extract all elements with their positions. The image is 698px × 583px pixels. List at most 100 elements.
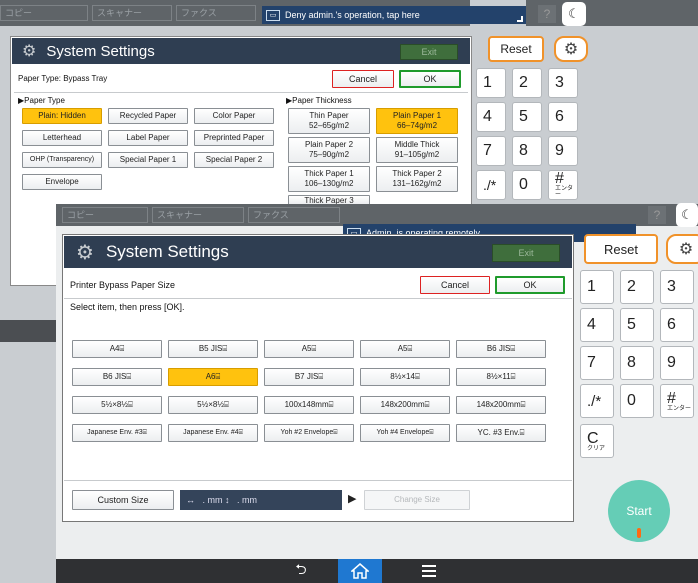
back-key-7[interactable]: 7 xyxy=(476,136,506,166)
front-key-7[interactable]: 7 xyxy=(580,346,614,380)
back-bottom-bar-fragment xyxy=(0,320,56,342)
back-key-hash[interactable]: # エンター xyxy=(548,170,578,200)
start-indicator-light xyxy=(637,528,641,538)
front-key-4[interactable]: 4 xyxy=(580,308,614,342)
thickness-thick-2[interactable]: Thick Paper 2 131–162g/m2 xyxy=(376,166,458,192)
arrow-right-icon: ▶ xyxy=(348,493,357,505)
front-key-1[interactable]: 1 xyxy=(580,270,614,304)
size-5-5x8-5[interactable]: 5½×8½⌸ xyxy=(72,396,162,414)
back-key-2[interactable]: 2 xyxy=(512,68,542,98)
size-8-5x14[interactable]: 8½×14⌸ xyxy=(360,368,450,386)
paper-type-special-1[interactable]: Special Paper 1 xyxy=(108,152,188,168)
back-screen: コピー スキャナー ファクス ▭ Deny admin.'s operation… xyxy=(0,0,698,342)
thickness-plain-2[interactable]: Plain Paper 2 75–90g/m2 xyxy=(288,137,370,163)
thickness-plain-1[interactable]: Plain Paper 1 66–74g/m2 xyxy=(376,108,458,134)
paper-type-plain[interactable]: Plain: Hidden xyxy=(22,108,102,124)
back-key-1[interactable]: 1 xyxy=(476,68,506,98)
paper-type-color[interactable]: Color Paper xyxy=(194,108,274,124)
front-key-8[interactable]: 8 xyxy=(620,346,654,380)
menu-icon[interactable] xyxy=(418,560,440,582)
front-tab-scanner[interactable]: スキャナー xyxy=(152,207,244,223)
front-reset-button[interactable]: Reset xyxy=(584,234,658,264)
paper-type-recycled[interactable]: Recycled Paper xyxy=(108,108,188,124)
front-key-5[interactable]: 5 xyxy=(620,308,654,342)
paper-type-label[interactable]: Label Paper xyxy=(108,130,188,146)
notice-text: Deny admin.'s operation, tap here xyxy=(285,10,420,20)
paper-type-envelope[interactable]: Envelope xyxy=(22,174,102,190)
size-a6[interactable]: A6⌸ xyxy=(168,368,258,386)
paper-type-letterhead[interactable]: Letterhead xyxy=(22,130,102,146)
size-b5-jis[interactable]: B5 JIS⌸ xyxy=(168,340,258,358)
back-ok-button[interactable]: OK xyxy=(399,70,461,88)
deny-admin-notice[interactable]: ▭ Deny admin.'s operation, tap here xyxy=(262,6,526,24)
back-reset-button[interactable]: Reset xyxy=(488,36,544,62)
back-divider xyxy=(14,92,468,93)
back-key-8[interactable]: 8 xyxy=(512,136,542,166)
size-japanese-env-4[interactable]: Japanese Env. #4⌸ xyxy=(168,424,258,442)
size-b7-jis[interactable]: B7 JIS⌸ xyxy=(264,368,354,386)
thickness-name: Plain Paper 2 xyxy=(304,140,354,149)
tab-scanner[interactable]: スキャナー xyxy=(92,5,172,21)
back-key-0[interactable]: 0 xyxy=(512,170,542,200)
front-key-9[interactable]: 9 xyxy=(660,346,694,380)
change-size-button[interactable]: Change Size xyxy=(364,490,470,510)
paper-type-preprinted[interactable]: Preprinted Paper xyxy=(194,130,274,146)
thickness-weight: 131–162g/m2 xyxy=(392,179,442,188)
front-tab-fax[interactable]: ファクス xyxy=(248,207,340,223)
front-key-6[interactable]: 6 xyxy=(660,308,694,342)
size-b6-jis-landscape[interactable]: B6 JIS⌸ xyxy=(72,368,162,386)
front-help-icon[interactable]: ? xyxy=(648,206,666,224)
front-key-3[interactable]: 3 xyxy=(660,270,694,304)
thickness-thin[interactable]: Thin Paper 52–65g/m2 xyxy=(288,108,370,134)
size-100x148mm[interactable]: 100x148mm⌸ xyxy=(264,396,354,414)
paper-type-ohp[interactable]: OHP (Transparency) xyxy=(22,152,102,168)
front-key-hash[interactable]: # エンター xyxy=(660,384,694,418)
hash-label: # xyxy=(667,389,676,407)
front-cancel-button[interactable]: Cancel xyxy=(420,276,490,294)
size-yc-3-env[interactable]: YC. #3 Env.⌸ xyxy=(456,424,546,442)
tab-fax[interactable]: ファクス xyxy=(176,5,256,21)
help-icon[interactable]: ? xyxy=(538,5,556,23)
front-settings-gear-icon[interactable]: ⚙ xyxy=(666,234,698,264)
size-148x200mm-landscape[interactable]: 148x200mm⌸ xyxy=(456,396,546,414)
size-a5-landscape[interactable]: A5⌸ xyxy=(360,340,450,358)
back-key-star[interactable]: ./* xyxy=(476,170,506,200)
back-settings-gear-icon[interactable]: ⚙ xyxy=(554,36,588,62)
home-icon[interactable] xyxy=(338,559,382,583)
back-key-4[interactable]: 4 xyxy=(476,102,506,132)
front-key-star[interactable]: ./* xyxy=(580,384,614,418)
size-b6-jis[interactable]: B6 JIS⌸ xyxy=(456,340,546,358)
paper-type-special-2[interactable]: Special Paper 2 xyxy=(194,152,274,168)
back-key-5[interactable]: 5 xyxy=(512,102,542,132)
front-key-2[interactable]: 2 xyxy=(620,270,654,304)
clear-label: C xyxy=(587,429,599,447)
size-8-5x11[interactable]: 8½×11⌸ xyxy=(456,368,546,386)
size-5-5x8-5-landscape[interactable]: 5½×8½⌸ xyxy=(168,396,258,414)
custom-size-button[interactable]: Custom Size xyxy=(72,490,174,510)
size-yoh-2-envelope[interactable]: Yoh #2 Envelope⌸ xyxy=(264,424,354,442)
front-key-clear[interactable]: C クリア xyxy=(580,424,614,458)
thickness-middle-thick[interactable]: Middle Thick 91–105g/m2 xyxy=(376,137,458,163)
tab-copy[interactable]: コピー xyxy=(0,5,88,21)
back-exit-button[interactable]: Exit xyxy=(400,44,458,60)
thickness-thick-1[interactable]: Thick Paper 1 106–130g/m2 xyxy=(288,166,370,192)
back-cancel-button[interactable]: Cancel xyxy=(332,70,394,88)
size-a4[interactable]: A4⌸ xyxy=(72,340,162,358)
back-key-3[interactable]: 3 xyxy=(548,68,578,98)
thickness-weight: 91–105g/m2 xyxy=(394,150,440,159)
back-key-9[interactable]: 9 xyxy=(548,136,578,166)
front-ok-button[interactable]: OK xyxy=(495,276,565,294)
size-148x200mm[interactable]: 148x200mm⌸ xyxy=(360,396,450,414)
size-yoh-4-envelope[interactable]: Yoh #4 Envelope⌸ xyxy=(360,424,450,442)
back-key-6[interactable]: 6 xyxy=(548,102,578,132)
size-japanese-env-3[interactable]: Japanese Env. #3⌸ xyxy=(72,424,162,442)
back-icon[interactable]: ⮌ xyxy=(291,560,311,582)
gear-icon: ⚙ xyxy=(76,241,94,264)
custom-size-field[interactable]: ↔ . mm ↕ . mm xyxy=(180,490,342,510)
front-night-mode-icon[interactable]: ☾ xyxy=(676,203,698,227)
front-key-0[interactable]: 0 xyxy=(620,384,654,418)
night-mode-icon[interactable]: ☾ xyxy=(562,2,586,26)
front-exit-button[interactable]: Exit xyxy=(492,244,560,262)
front-tab-copy[interactable]: コピー xyxy=(62,207,148,223)
size-a5[interactable]: A5⌸ xyxy=(264,340,354,358)
